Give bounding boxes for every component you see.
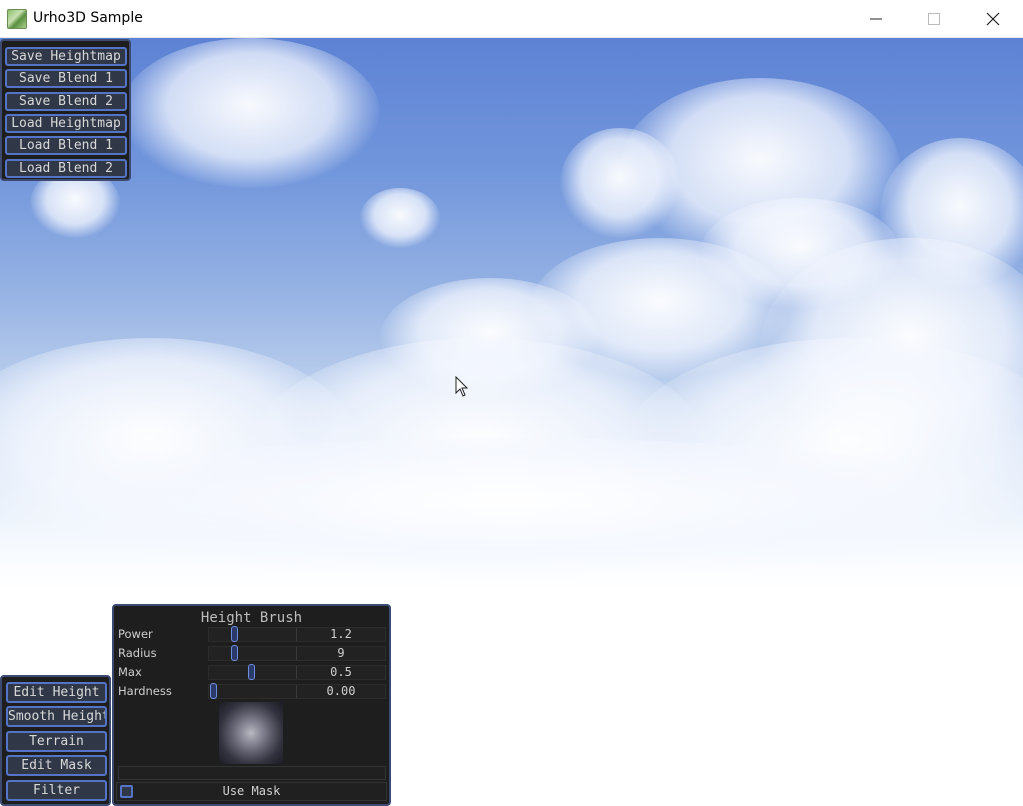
load-blend-2-button[interactable]: Load Blend 2 xyxy=(5,159,127,178)
app-icon xyxy=(7,9,27,29)
panel-title: Height Brush xyxy=(200,610,303,626)
save-heightmap-button[interactable]: Save Heightmap xyxy=(5,47,127,66)
brush-preview xyxy=(219,702,283,764)
title-bar: Urho3D Sample xyxy=(0,0,1023,38)
hardness-row: Hardness 0.00 xyxy=(116,683,387,699)
terrain-button[interactable]: Terrain xyxy=(6,731,107,752)
power-value: 1.2 xyxy=(330,627,352,641)
max-label: Max xyxy=(118,665,142,679)
window-title: Urho3D Sample xyxy=(33,10,143,26)
max-slider-handle[interactable] xyxy=(247,664,255,680)
max-value: 0.5 xyxy=(330,665,352,679)
radius-row: Radius 9 xyxy=(116,645,387,661)
radius-slider-handle[interactable] xyxy=(231,645,238,661)
close-button[interactable] xyxy=(964,0,1022,38)
radius-label: Radius xyxy=(118,646,157,660)
edit-mask-button[interactable]: Edit Mask xyxy=(6,755,107,776)
smooth-height-button[interactable]: Smooth Height xyxy=(6,706,107,727)
radius-value: 9 xyxy=(337,646,345,660)
hardness-value: 0.00 xyxy=(326,684,356,698)
save-blend-2-button[interactable]: Save Blend 2 xyxy=(5,92,127,111)
mode-panel: Edit Height Smooth Height Terrain Edit M… xyxy=(0,675,111,806)
file-panel: Save Heightmap Save Blend 1 Save Blend 2… xyxy=(0,39,131,181)
max-row: Max 0.5 xyxy=(116,664,387,680)
minimize-icon xyxy=(870,18,882,20)
filter-button[interactable]: Filter xyxy=(6,780,107,801)
use-mask-checkbox[interactable] xyxy=(120,785,133,798)
power-slider-handle[interactable] xyxy=(231,626,238,642)
power-row: Power 1.2 xyxy=(116,626,387,642)
cloud xyxy=(0,438,1023,578)
load-heightmap-button[interactable]: Load Heightmap xyxy=(5,114,127,133)
power-label: Power xyxy=(118,627,153,641)
save-blend-1-button[interactable]: Save Blend 1 xyxy=(5,69,127,88)
hardness-label: Hardness xyxy=(118,684,172,698)
edit-height-button[interactable]: Edit Height xyxy=(6,682,107,703)
maximize-icon xyxy=(928,13,940,25)
height-brush-panel: Height Brush Power 1.2 Radius 9 Max 0.5 … xyxy=(112,604,391,806)
cloud xyxy=(120,38,380,188)
use-mask-row[interactable]: Use Mask xyxy=(116,782,387,801)
load-blend-1-button[interactable]: Load Blend 1 xyxy=(5,136,127,155)
minimize-button[interactable] xyxy=(847,0,905,38)
mouse-cursor-icon xyxy=(455,376,469,397)
close-icon xyxy=(986,12,1000,26)
mask-bar xyxy=(118,766,386,780)
hardness-slider-handle[interactable] xyxy=(210,683,217,699)
maximize-button[interactable] xyxy=(905,0,963,38)
cloud xyxy=(360,188,440,248)
use-mask-label: Use Mask xyxy=(222,784,281,798)
